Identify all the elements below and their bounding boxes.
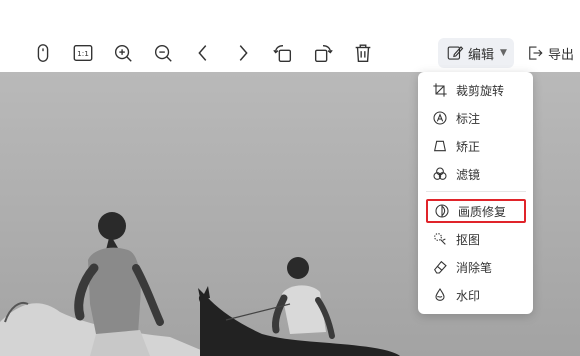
edit-dropdown-menu: 裁剪旋转 标注 矫正 滤镜 画质修复 抠图 消除笔 水印 — [418, 72, 533, 314]
menu-item-watermark[interactable]: 水印 — [426, 283, 526, 307]
image-viewer-toolbar: 1:1 编辑 ▼ 导出 — [0, 0, 580, 72]
menu-item-correct[interactable]: 矫正 — [426, 134, 526, 158]
filter-icon — [433, 167, 447, 180]
menu-item-filter[interactable]: 滤镜 — [426, 162, 526, 186]
edit-dropdown-button[interactable]: 编辑 ▼ — [438, 38, 514, 68]
cutout-icon — [434, 233, 446, 245]
edit-icon — [447, 46, 464, 60]
annotate-icon — [433, 111, 447, 125]
actual-size-button[interactable]: 1:1 — [68, 38, 98, 68]
svg-text:1:1: 1:1 — [77, 49, 89, 58]
previous-image-button[interactable] — [188, 38, 218, 68]
menu-divider — [426, 191, 526, 192]
eraser-icon — [434, 260, 447, 274]
previous-icon — [198, 45, 207, 61]
delete-icon — [355, 44, 371, 62]
mouse-icon — [37, 44, 49, 62]
menu-item-cutout[interactable]: 抠图 — [426, 227, 526, 251]
export-label: 导出 — [548, 47, 575, 63]
actual-size-icon: 1:1 — [73, 44, 93, 62]
export-icon — [529, 46, 543, 60]
export-button[interactable]: 导出 — [522, 38, 580, 68]
chevron-down-icon: ▼ — [500, 48, 507, 58]
rotate-left-icon — [273, 44, 292, 62]
crop-icon — [433, 83, 447, 97]
menu-item-crop-rotate[interactable]: 裁剪旋转 — [426, 78, 526, 102]
zoom-in-icon — [114, 44, 132, 62]
next-icon — [239, 45, 248, 61]
menu-item-quality-repair[interactable]: 画质修复 — [426, 199, 526, 223]
correct-icon — [434, 140, 446, 152]
edit-label: 编辑 — [468, 47, 495, 63]
rotate-left-button[interactable] — [268, 38, 298, 68]
zoom-in-button[interactable] — [108, 38, 138, 68]
rotate-right-button[interactable] — [308, 38, 338, 68]
delete-button[interactable] — [348, 38, 378, 68]
zoom-out-button[interactable] — [148, 38, 178, 68]
watermark-icon — [435, 288, 445, 301]
zoom-out-icon — [154, 44, 172, 62]
mouse-mode-button[interactable] — [28, 38, 58, 68]
menu-item-annotate[interactable]: 标注 — [426, 106, 526, 130]
rotate-right-icon — [314, 44, 333, 62]
menu-item-eraser[interactable]: 消除笔 — [426, 255, 526, 279]
next-image-button[interactable] — [228, 38, 258, 68]
quality-repair-icon — [435, 204, 449, 218]
